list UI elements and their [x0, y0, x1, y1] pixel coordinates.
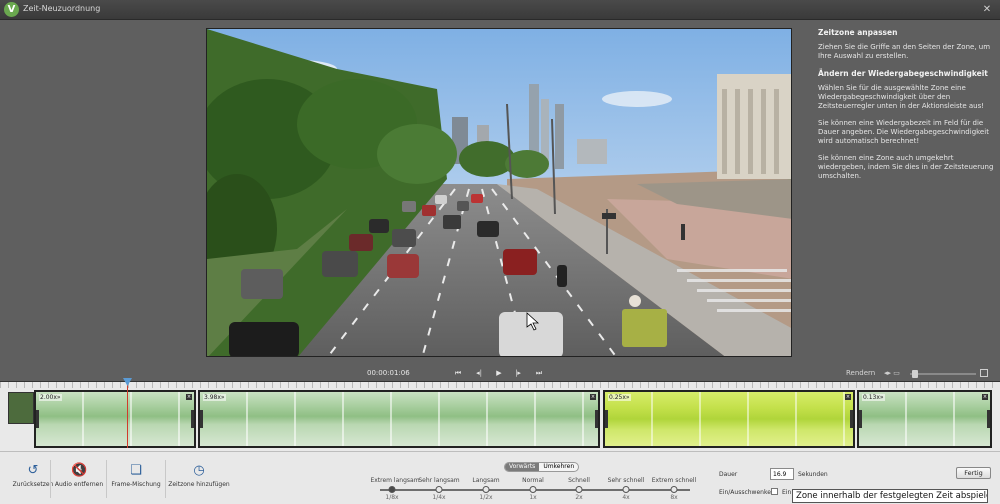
tooltip: Zone innerhalb der festgelegten Zeit abs…	[792, 489, 988, 503]
speed-stop-extreme-slow[interactable]	[388, 486, 396, 493]
speed-label-normal: Normal	[522, 477, 544, 484]
zone-frames	[605, 392, 853, 446]
mute-icon: 🔇	[71, 463, 88, 478]
title-bar: V Zeit-Neuzuordnung ✕	[0, 0, 1000, 20]
zone-speed-label: 2.00x»	[39, 394, 62, 401]
zone-close-icon[interactable]: ×	[982, 394, 988, 400]
divider	[165, 460, 166, 498]
zone-right-handle[interactable]	[595, 410, 598, 428]
zone-speed-label: 3.98x»	[203, 394, 226, 401]
video-frame-image	[207, 29, 791, 356]
speed-value-extreme-fast: 8x	[670, 494, 678, 501]
duration-unit: Sekunden	[798, 471, 828, 478]
help-text-speed-1: Wählen Sie für die ausgewählte Zone eine…	[818, 84, 985, 110]
help-text-speed-3: Sie können eine Zone auch umgekehrt wied…	[818, 154, 994, 180]
speed-label-fast: Schnell	[568, 477, 590, 484]
help-title-speed: Ändern der Wiedergabegeschwindigkeit	[818, 69, 988, 78]
speed-label-very-slow: Sehr langsam	[418, 477, 460, 484]
done-button[interactable]: Fertig	[956, 467, 991, 479]
frame-blending-button[interactable]: ❏ Frame-Mischung	[105, 458, 167, 500]
speed-stop-normal[interactable]	[529, 486, 537, 493]
play-icon[interactable]: ▶	[493, 368, 505, 378]
zoom-slider[interactable]	[910, 373, 976, 375]
speed-label-extreme-slow: Extrem langsam	[370, 477, 420, 484]
speed-stop-very-slow[interactable]	[435, 486, 443, 493]
duration-input[interactable]	[770, 468, 794, 480]
reset-icon: ↺	[27, 463, 39, 478]
zone-frames	[200, 392, 598, 446]
zone-close-icon[interactable]: ×	[186, 394, 192, 400]
fade-label: Ein/Ausschwenken	[719, 489, 775, 496]
go-to-start-icon[interactable]: ⏮	[452, 368, 464, 378]
remove-audio-button[interactable]: 🔇 Audio entfernen	[48, 458, 110, 500]
time-zone-3-selected[interactable]: 0.25x» ×	[603, 390, 855, 448]
timeline-ruler[interactable]	[0, 382, 1000, 388]
zone-speed-label: 0.25x»	[608, 394, 631, 401]
step-back-icon[interactable]: ◂|	[473, 368, 485, 378]
speed-stop-fast[interactable]	[575, 486, 583, 493]
step-forward-icon[interactable]: |▸	[512, 368, 524, 378]
clip-start-thumbnail	[8, 392, 34, 424]
frame-blending-label: Frame-Mischung	[111, 481, 161, 488]
remove-audio-label: Audio entfernen	[54, 481, 104, 488]
add-time-zone-button[interactable]: ◷ Zeitzone hinzufügen	[168, 458, 230, 500]
zone-close-icon[interactable]: ×	[845, 394, 851, 400]
fade-option-label: Ein	[782, 489, 792, 496]
window-title: Zeit-Neuzuordnung	[23, 4, 101, 13]
time-zone-2[interactable]: 3.98x» ×	[198, 390, 600, 448]
zone-left-handle[interactable]	[200, 410, 203, 428]
video-preview	[206, 28, 792, 357]
speed-value-normal: 1x	[529, 494, 537, 501]
speed-label-extreme-fast: Extrem schnell	[651, 477, 697, 484]
speed-stop-very-fast[interactable]	[622, 486, 630, 493]
zoom-slider-knob[interactable]	[912, 370, 918, 378]
speed-control: Vorwärts Umkehren Extrem langsam 1/8x Se…	[360, 452, 710, 504]
zoom-max-icon[interactable]	[980, 369, 988, 377]
close-button[interactable]: ✕	[980, 4, 994, 16]
zoom-fit-icon[interactable]: ◂▸ ▭	[884, 369, 900, 377]
zone-close-icon[interactable]: ×	[590, 394, 596, 400]
timeline[interactable]: 2.00x» × 3.98x» × 0.25x» × 0.13x» ×	[0, 378, 1000, 451]
speed-stop-slow[interactable]	[482, 486, 490, 493]
help-panel: Zeitzone anpassen Ziehen Sie die Griffe …	[818, 28, 994, 189]
help-text-speed-2: Sie können eine Wiedergabezeit im Feld f…	[818, 119, 989, 145]
direction-toggle[interactable]: Vorwärts Umkehren	[504, 462, 580, 472]
speed-value-slow: 1/2x	[479, 494, 493, 501]
zone-left-handle[interactable]	[36, 410, 39, 428]
reverse-option[interactable]: Umkehren	[539, 463, 578, 471]
timecode: 00:00:01:06	[367, 369, 410, 377]
speed-label-very-fast: Sehr schnell	[607, 477, 645, 484]
zone-left-handle[interactable]	[605, 410, 608, 428]
playhead[interactable]	[127, 382, 128, 448]
time-zone-4[interactable]: 0.13x» ×	[857, 390, 992, 448]
speed-value-very-slow: 1/4x	[432, 494, 446, 501]
clock-icon: ◷	[193, 463, 205, 478]
frames-icon: ❏	[130, 463, 142, 478]
render-button[interactable]: Rendern	[846, 369, 875, 377]
fade-checkbox[interactable]	[771, 488, 778, 495]
add-time-zone-label: Zeitzone hinzufügen	[168, 481, 230, 488]
speed-value-very-fast: 4x	[622, 494, 630, 501]
go-to-end-icon[interactable]: ⏭	[533, 368, 545, 378]
zone-right-handle[interactable]	[850, 410, 853, 428]
zone-right-handle[interactable]	[191, 410, 194, 428]
speed-label-slow: Langsam	[472, 477, 500, 484]
zone-right-handle[interactable]	[987, 410, 990, 428]
app-logo-icon: V	[4, 2, 19, 17]
help-title-zone: Zeitzone anpassen	[818, 28, 898, 37]
forward-option[interactable]: Vorwärts	[505, 463, 540, 471]
duration-label: Dauer	[719, 471, 738, 478]
speed-value-fast: 2x	[575, 494, 583, 501]
time-zone-1[interactable]: 2.00x» ×	[34, 390, 196, 448]
time-remapping-window: V Zeit-Neuzuordnung ✕ Zeitzone anpassen …	[0, 0, 1000, 504]
speed-value-extreme-slow: 1/8x	[385, 494, 399, 501]
transport-bar: 00:00:01:06 ⏮ ◂| ▶ |▸ ⏭ Rendern ◂▸ ▭	[0, 365, 1000, 381]
speed-stop-extreme-fast[interactable]	[670, 486, 678, 493]
help-text-zone: Ziehen Sie die Griffe an den Seiten der …	[818, 43, 991, 60]
zone-speed-label: 0.13x»	[862, 394, 885, 401]
zone-left-handle[interactable]	[859, 410, 862, 428]
